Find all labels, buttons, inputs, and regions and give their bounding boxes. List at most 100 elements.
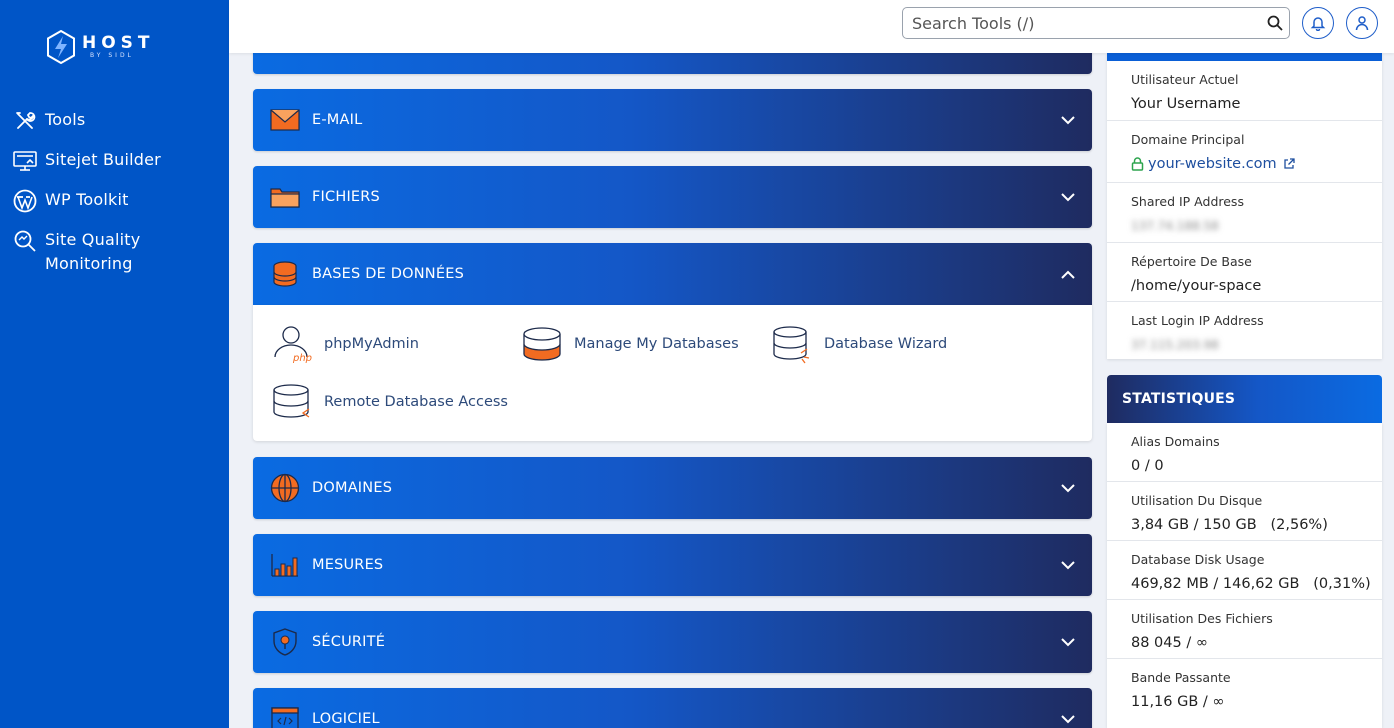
- info-label: Utilisateur Actuel: [1131, 72, 1239, 87]
- general-info-card: Utilisateur Actuel Your Username Domaine…: [1107, 53, 1382, 359]
- main-domain-link[interactable]: your-website.com: [1131, 148, 1382, 183]
- info-row-current-user: Utilisateur Actuel Your Username: [1107, 61, 1382, 121]
- panel-software[interactable]: LOGICIEL: [253, 688, 1092, 728]
- wordpress-icon: [12, 188, 38, 214]
- stats-value: 3,84 GB / 150 GB (2,56%): [1131, 517, 1328, 533]
- envelope-icon: [268, 103, 302, 137]
- tools-icon: [12, 108, 38, 134]
- panel-title: E-MAIL: [312, 112, 363, 128]
- sidebar-item-label: WP Toolkit: [45, 190, 129, 209]
- stats-label: Database Disk Usage: [1131, 552, 1265, 567]
- user-icon: [1355, 16, 1369, 31]
- svg-text:php: php: [292, 353, 312, 364]
- info-value: /home/your-space: [1131, 278, 1262, 294]
- stats-row: Bande Passante 11,16 GB / ∞: [1107, 659, 1382, 719]
- stats-value: 88 045 / ∞: [1131, 635, 1208, 651]
- sidebar-item-sitejet-builder[interactable]: Sitejet Builder: [0, 148, 229, 188]
- tool-label: Manage My Databases: [574, 336, 739, 352]
- info-label: Last Login IP Address: [1131, 313, 1264, 328]
- tool-label: Database Wizard: [824, 336, 948, 352]
- stats-value: 469,82 MB / 146,62 GB (0,31%): [1131, 576, 1371, 592]
- info-label: Répertoire De Base: [1131, 254, 1252, 269]
- search-icon[interactable]: [1261, 9, 1289, 37]
- stats-row: Utilisation Du Disque 3,84 GB / 150 GB (…: [1107, 482, 1382, 541]
- panel-title: LOGICIEL: [312, 711, 380, 727]
- info-label: Shared IP Address: [1131, 194, 1244, 209]
- folder-icon: [268, 180, 302, 214]
- shield-icon: [268, 625, 302, 659]
- top-bar: [229, 0, 1394, 53]
- info-row-shared-ip: Shared IP Address 137.74.188.58: [1107, 183, 1382, 243]
- database-wizard-icon: [771, 323, 813, 365]
- stats-row: Alias Domains 0 / 0: [1107, 423, 1382, 482]
- brand-logo[interactable]: HOST BY SIDL: [46, 30, 155, 64]
- panel-title: DOMAINES: [312, 480, 393, 496]
- panel-title: MESURES: [312, 557, 384, 573]
- panel-security[interactable]: SÉCURITÉ: [253, 611, 1092, 673]
- database-icon: [268, 257, 302, 291]
- panel-metrics[interactable]: MESURES: [253, 534, 1092, 596]
- stats-row: Utilisation Des Fichiers 88 045 / ∞: [1107, 600, 1382, 659]
- manage-databases-icon: [521, 323, 563, 365]
- brand-name: HOST: [82, 33, 155, 53]
- tool-label: Remote Database Access: [324, 394, 508, 410]
- info-label: Domaine Principal: [1131, 132, 1245, 147]
- remote-database-icon: [271, 381, 313, 423]
- panel-databases[interactable]: BASES DE DONNÉES: [253, 243, 1092, 305]
- sidebar-item-label: Tools: [45, 110, 86, 129]
- search-input[interactable]: [903, 9, 1261, 37]
- sidebar-item-label: Site Quality Monitoring: [45, 230, 141, 273]
- tool-remote-database-access[interactable]: Remote Database Access: [271, 381, 508, 423]
- tool-manage-my-databases[interactable]: Manage My Databases: [521, 323, 739, 365]
- stats-value: 0 / 0: [1131, 458, 1164, 474]
- phpmyadmin-icon: php: [271, 323, 313, 365]
- stats-label: Bande Passante: [1131, 670, 1231, 685]
- sidebar: HOST BY SIDL Tools Sitejet Builder WP To…: [0, 0, 229, 728]
- chevron-down-icon: [1060, 480, 1076, 496]
- code-window-icon: [268, 702, 302, 728]
- user-menu-button[interactable]: [1346, 7, 1378, 39]
- search-box: [902, 7, 1290, 39]
- external-link-icon: [1284, 158, 1295, 169]
- stats-label: Utilisation Du Disque: [1131, 493, 1263, 508]
- main-domain-text: your-website.com: [1148, 156, 1277, 172]
- databases-tools: php phpMyAdmin Manage My Databases Datab…: [253, 305, 1092, 441]
- stats-label: Alias Domains: [1131, 434, 1220, 449]
- panel-title: FICHIERS: [312, 189, 380, 205]
- info-value-blurred: 37.115.203.98: [1131, 338, 1219, 352]
- sidebar-item-site-quality-monitoring[interactable]: Site Quality Monitoring: [0, 228, 229, 284]
- tool-database-wizard[interactable]: Database Wizard: [771, 323, 947, 365]
- panel-title: SÉCURITÉ: [312, 634, 386, 650]
- notifications-button[interactable]: [1302, 7, 1334, 39]
- chevron-down-icon: [1060, 189, 1076, 205]
- stats-header: STATISTIQUES: [1107, 375, 1382, 423]
- chevron-down-icon: [1060, 634, 1076, 650]
- monitor-icon: [12, 148, 38, 174]
- sidebar-item-wp-toolkit[interactable]: WP Toolkit: [0, 188, 229, 228]
- chevron-up-icon: [1060, 266, 1076, 282]
- sidebar-nav: Tools Sitejet Builder WP Toolkit Site Qu…: [0, 108, 229, 284]
- panel-title: BASES DE DONNÉES: [312, 266, 464, 282]
- tool-phpmyadmin[interactable]: php phpMyAdmin: [271, 323, 419, 365]
- info-row-last-login-ip: Last Login IP Address 37.115.203.98: [1107, 302, 1382, 359]
- brand-sub: BY SIDL: [90, 52, 134, 59]
- info-value-blurred: 137.74.188.58: [1131, 219, 1219, 233]
- stats-value: 11,16 GB / ∞: [1131, 694, 1225, 710]
- sidebar-item-tools[interactable]: Tools: [0, 108, 229, 148]
- info-row-main-domain: Domaine Principal your-website.com: [1107, 121, 1382, 183]
- panel-files[interactable]: FICHIERS: [253, 166, 1092, 228]
- chevron-down-icon: [1060, 557, 1076, 573]
- tool-label: phpMyAdmin: [324, 336, 419, 352]
- stats-label: Utilisation Des Fichiers: [1131, 611, 1273, 626]
- panel-domains[interactable]: DOMAINES: [253, 457, 1092, 519]
- stats-row: Database Disk Usage 469,82 MB / 146,62 G…: [1107, 541, 1382, 600]
- bar-chart-icon: [268, 548, 302, 582]
- globe-icon: [268, 471, 302, 505]
- info-row-home-directory: Répertoire De Base /home/your-space: [1107, 243, 1382, 302]
- chevron-down-icon: [1060, 711, 1076, 727]
- lock-icon: [1131, 157, 1144, 171]
- logo-mark-icon: [47, 30, 75, 64]
- panel-email[interactable]: E-MAIL: [253, 89, 1092, 151]
- bell-icon: [1310, 17, 1326, 31]
- chevron-down-icon: [1060, 112, 1076, 128]
